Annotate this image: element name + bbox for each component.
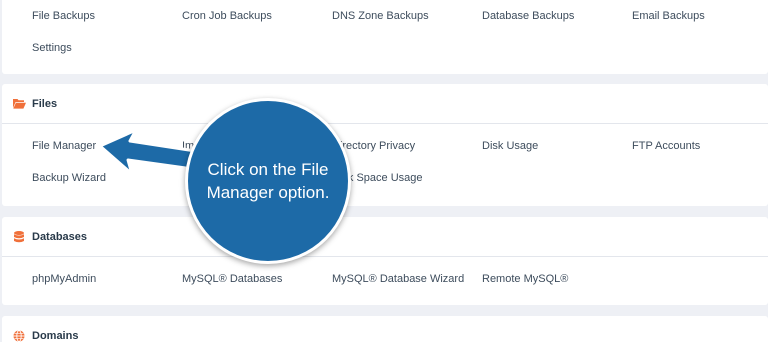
mysql-database-wizard-link[interactable]: MySQL® Database Wizard bbox=[332, 263, 482, 295]
disk-usage-link[interactable]: Disk Usage bbox=[482, 130, 632, 162]
phpmyadmin-link[interactable]: phpMyAdmin bbox=[32, 263, 182, 295]
mysql-databases-link[interactable]: MySQL® Databases bbox=[182, 263, 332, 295]
folder-open-icon bbox=[12, 97, 26, 111]
files-header[interactable]: Files bbox=[2, 84, 768, 124]
globe-icon bbox=[12, 329, 26, 342]
callout-text: Click on the File Manager option. bbox=[206, 160, 330, 202]
ftp-accounts-link[interactable]: FTP Accounts bbox=[632, 130, 768, 162]
backup-panel: File Backups Cron Job Backups DNS Zone B… bbox=[2, 0, 768, 74]
backup-settings-link[interactable]: Settings bbox=[32, 32, 182, 64]
remote-mysql-link[interactable]: Remote MySQL® bbox=[482, 263, 632, 295]
directory-privacy-link[interactable]: Directory Privacy bbox=[332, 130, 482, 162]
databases-title: Databases bbox=[32, 230, 88, 243]
files-title: Files bbox=[32, 97, 58, 110]
database-backups-link[interactable]: Database Backups bbox=[482, 0, 632, 32]
domains-panel: Domains bbox=[2, 316, 768, 342]
database-icon bbox=[12, 230, 26, 244]
file-backups-link[interactable]: File Backups bbox=[32, 0, 182, 32]
callout-bubble: Click on the File Manager option. bbox=[185, 98, 351, 264]
domains-header[interactable]: Domains bbox=[2, 316, 768, 342]
cron-job-backups-link[interactable]: Cron Job Backups bbox=[182, 0, 332, 32]
databases-panel: Databases phpMyAdmin MySQL® Databases My… bbox=[2, 217, 768, 305]
domains-title: Domains bbox=[32, 330, 79, 342]
git-version-control-link[interactable]: Disk Space Usage bbox=[332, 162, 482, 194]
dns-zone-backups-link[interactable]: DNS Zone Backups bbox=[332, 0, 482, 32]
email-backups-link[interactable]: Email Backups bbox=[632, 0, 768, 32]
databases-header[interactable]: Databases bbox=[2, 217, 768, 257]
